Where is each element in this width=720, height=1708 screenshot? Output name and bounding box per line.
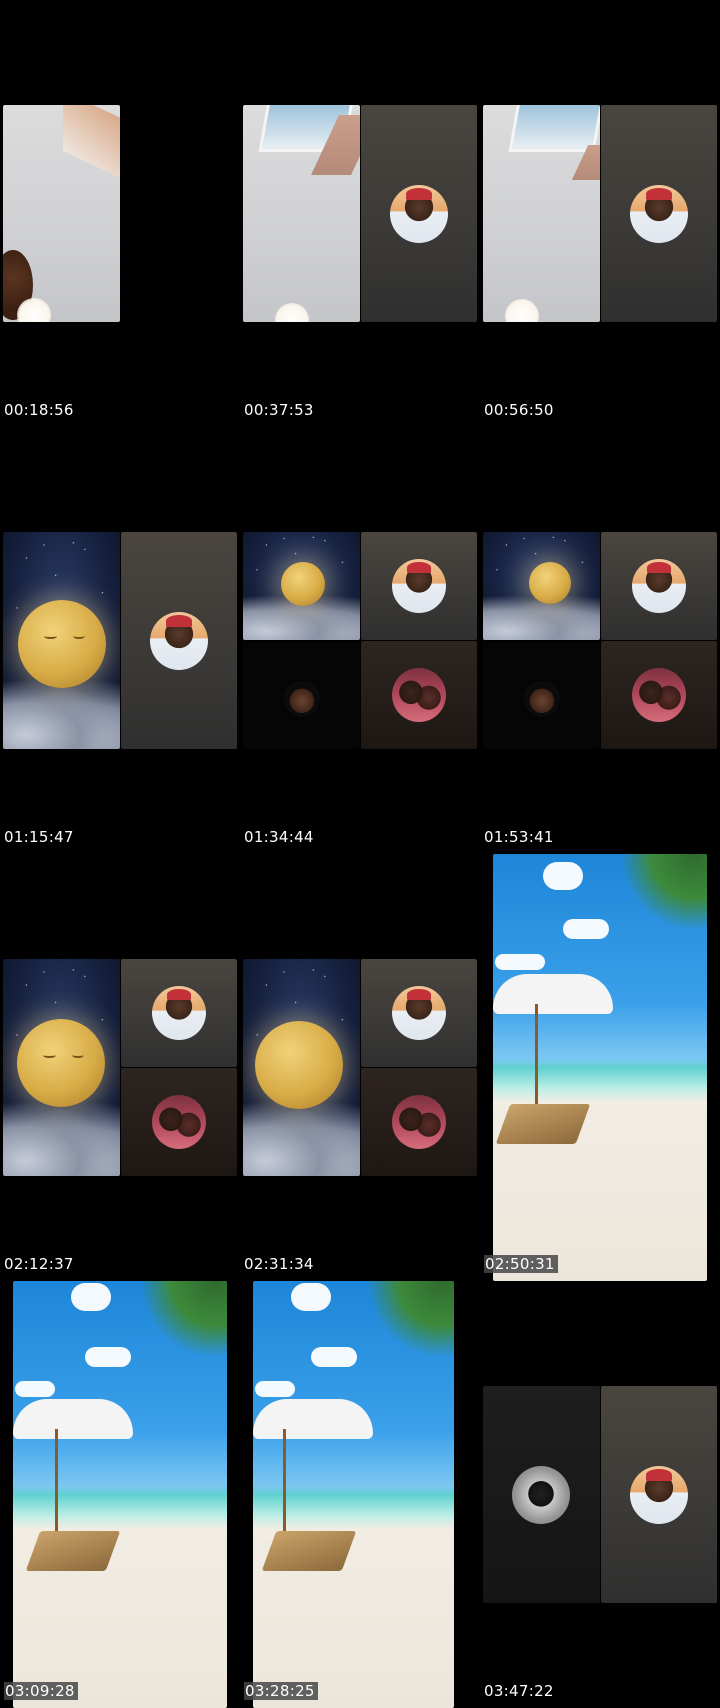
- frame-timestamp: 02:31:34: [244, 1255, 314, 1273]
- frame-timestamp: 00:37:53: [244, 401, 314, 419]
- participant-tile: [601, 105, 717, 322]
- frame-timestamp: 03:09:28: [4, 1682, 78, 1700]
- frame-11: 03:28:25: [240, 1281, 480, 1708]
- moon-face: [18, 600, 106, 688]
- light-fixture: [505, 299, 539, 322]
- frame-timestamp: 01:53:41: [484, 828, 554, 846]
- ceiling-video-tile: [483, 105, 600, 322]
- palm-leaves: [127, 1281, 227, 1371]
- light-fixture: [17, 298, 51, 322]
- beach-umbrella: [13, 1399, 133, 1439]
- participant-avatar: [630, 185, 688, 243]
- beach-umbrella: [253, 1399, 373, 1439]
- frame-7: 02:12:37: [0, 854, 240, 1281]
- frame-timestamp: 01:34:44: [244, 828, 314, 846]
- beach-chair: [261, 1531, 357, 1571]
- participant-tile: [483, 641, 600, 749]
- frame-4: 01:15:47: [0, 427, 240, 854]
- frame-2: 00:37:53: [240, 0, 480, 427]
- ceiling-video-tile: [3, 105, 120, 322]
- participant-tile: [601, 1386, 717, 1603]
- participant-tile: [601, 641, 717, 749]
- skylight-window: [508, 105, 600, 152]
- participant-tile: [483, 1386, 600, 1603]
- participant-avatar: [392, 986, 446, 1040]
- frame-timestamp: 00:56:50: [484, 401, 554, 419]
- moon-filter-tile: [243, 959, 360, 1176]
- participant-tile: [361, 105, 477, 322]
- participant-tile: [361, 959, 477, 1067]
- frame-1: 00:18:56: [0, 0, 240, 427]
- moon-face: [281, 562, 325, 606]
- participant-avatar: [524, 681, 560, 717]
- moon-filter-tile: [243, 532, 360, 640]
- participant-avatar: [284, 681, 320, 717]
- ceiling-video-tile: [243, 105, 360, 322]
- participant-avatar: [152, 1095, 206, 1149]
- participant-tile: [361, 641, 477, 749]
- frame-8: 02:31:34: [240, 854, 480, 1281]
- moon-face: [17, 1019, 105, 1107]
- video-frame-contact-sheet: { "frames": [ {"timestamp": "00:18:56"},…: [0, 0, 720, 1708]
- wall-corner: [63, 105, 120, 179]
- frame-timestamp: 00:18:56: [4, 401, 74, 419]
- beach-umbrella: [493, 974, 613, 1014]
- participant-avatar: [630, 1466, 688, 1524]
- participant-avatar: [512, 1466, 570, 1524]
- participant-tile: [121, 959, 237, 1067]
- participant-tile: [121, 532, 237, 749]
- frame-12: 03:47:22: [480, 1281, 720, 1708]
- participant-tile: [361, 1068, 477, 1176]
- light-fixture: [275, 303, 309, 322]
- beach-background-tile: [253, 1281, 454, 1708]
- frame-5: 01:34:44: [240, 427, 480, 854]
- participant-avatar: [632, 559, 686, 613]
- frame-9: 02:50:31: [480, 854, 720, 1281]
- frame-timestamp: 02:50:31: [484, 1255, 558, 1273]
- frame-timestamp: 03:28:25: [244, 1682, 318, 1700]
- palm-leaves: [354, 1281, 454, 1371]
- palm-leaves: [607, 854, 707, 944]
- participant-avatar: [392, 1095, 446, 1149]
- beach-chair: [25, 1531, 121, 1571]
- participant-avatar: [390, 185, 448, 243]
- frame-timestamp: 02:12:37: [4, 1255, 74, 1273]
- moon-face: [255, 1021, 343, 1109]
- beach-background-tile: [493, 854, 707, 1281]
- participant-avatar: [392, 559, 446, 613]
- participant-avatar: [632, 668, 686, 722]
- frame-timestamp: 01:15:47: [4, 828, 74, 846]
- moon-filter-tile: [3, 959, 120, 1176]
- participant-avatar: [392, 668, 446, 722]
- beach-background-tile: [13, 1281, 227, 1708]
- frame-3: 00:56:50: [480, 0, 720, 427]
- frame-10: 03:09:28: [0, 1281, 240, 1708]
- participant-avatar: [150, 612, 208, 670]
- frame-timestamp: 03:47:22: [484, 1682, 554, 1700]
- moon-filter-tile: [483, 532, 600, 640]
- participant-tile: [243, 641, 360, 749]
- beach-chair: [495, 1104, 591, 1144]
- participant-tile: [601, 532, 717, 640]
- participant-tile: [361, 532, 477, 640]
- frame-6: 01:53:41: [480, 427, 720, 854]
- moon-face: [529, 562, 571, 604]
- moon-filter-tile: [3, 532, 120, 749]
- participant-avatar: [152, 986, 206, 1040]
- participant-tile: [121, 1068, 237, 1176]
